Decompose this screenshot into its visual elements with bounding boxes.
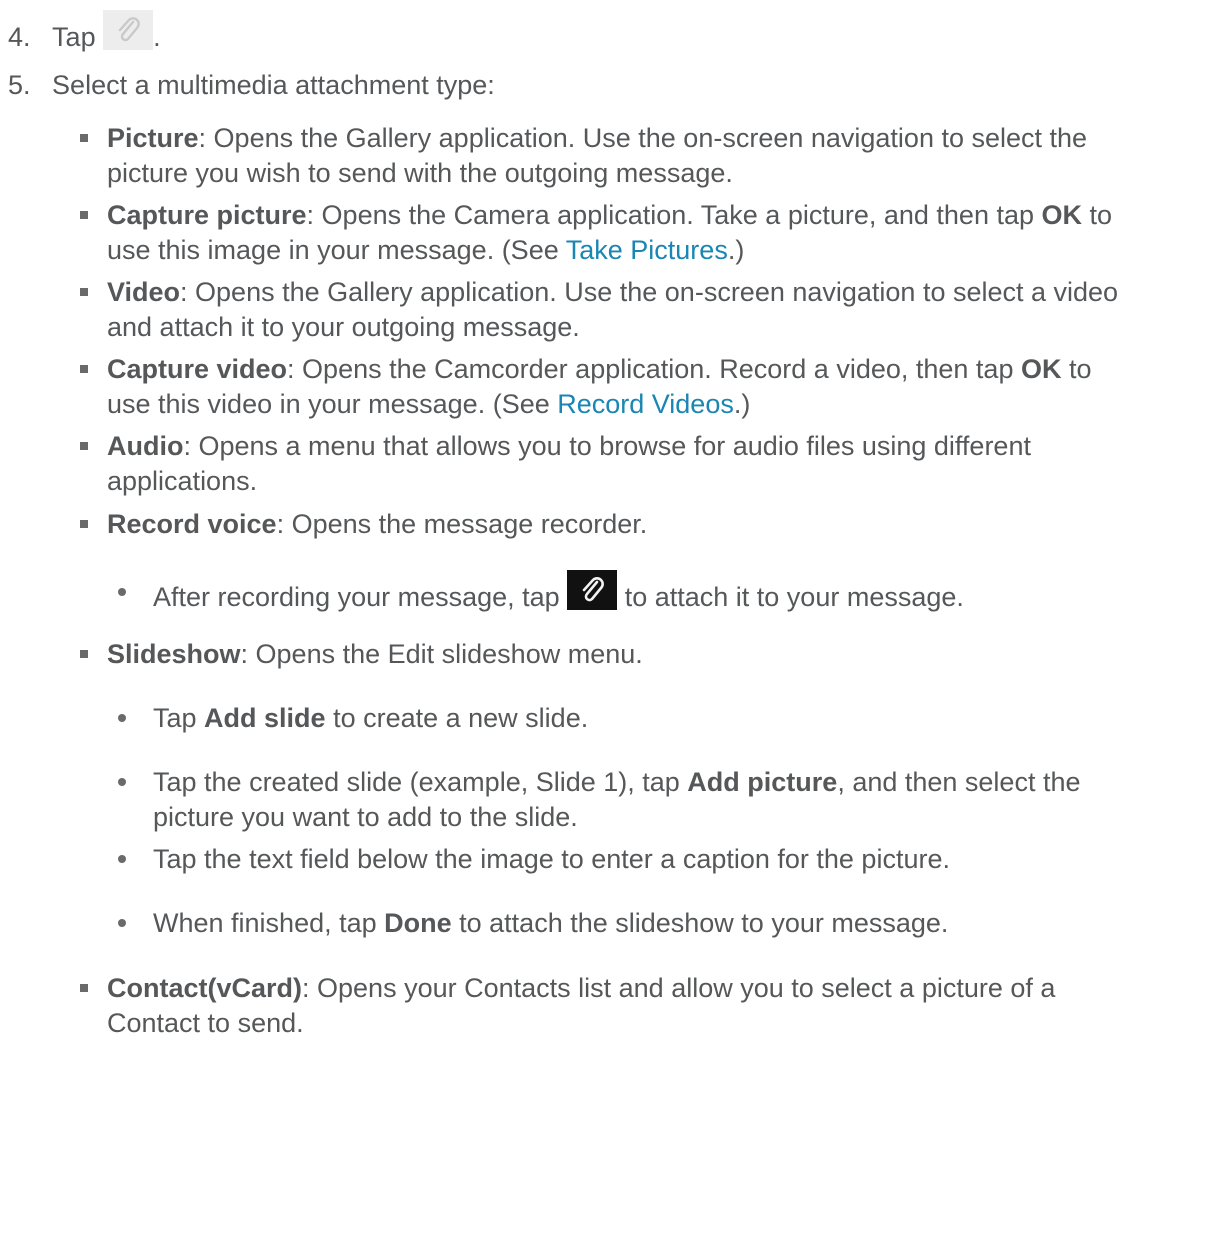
bullet-square (80, 520, 88, 528)
term: Capture picture (107, 200, 307, 230)
step-number: 4. (8, 22, 31, 52)
take-pictures-link[interactable]: Take Pictures (566, 235, 728, 265)
step-text: Tap (52, 22, 96, 52)
description: to attach it to your message. (617, 582, 964, 612)
term: Capture video (107, 354, 288, 384)
add-slide-label: Add slide (204, 703, 326, 733)
sub-item-caption: Tap the text field below the image to en… (153, 841, 950, 877)
description: , and then select the (837, 767, 1081, 797)
description: .) (727, 235, 745, 265)
term: Audio (107, 431, 184, 461)
description: picture you wish to send with the outgoi… (107, 158, 733, 188)
document-page: 4. Tap . 5. Select a multimedia attachme… (0, 0, 1215, 1238)
description: to (1082, 200, 1113, 230)
description: : Opens the Edit slideshow menu. (240, 639, 643, 669)
list-item-capture-picture-cont: use this image in your message. (See Tak… (107, 232, 744, 268)
ok-label: OK (1041, 200, 1083, 230)
description: picture you want to add to the slide. (153, 802, 578, 832)
description: Tap (153, 703, 205, 733)
description: .) (733, 389, 751, 419)
list-item-record-voice: Record voice: Opens the message recorder… (107, 506, 647, 542)
list-item-video: Video: Opens the Gallery application. Us… (107, 274, 1118, 310)
step-4: 4. Tap . (8, 10, 161, 55)
step-text-end: . (153, 22, 161, 52)
description: use this image in your message. (See (107, 235, 566, 265)
description: to (1061, 354, 1092, 384)
step-text: Select a multimedia attachment type: (52, 70, 495, 100)
list-item-picture: Picture: Opens the Gallery application. … (107, 120, 1087, 156)
bullet-square (80, 365, 88, 373)
paperclip-icon (567, 570, 618, 610)
list-item-capture-video: Capture video: Opens the Camcorder appli… (107, 351, 1092, 387)
term: Slideshow (107, 639, 241, 669)
bullet-square (80, 650, 88, 658)
bullet-square (80, 984, 88, 992)
ok-label: OK (1020, 354, 1062, 384)
bullet-square (80, 134, 88, 142)
term: Video (107, 277, 181, 307)
description: : Opens a menu that allows you to browse… (183, 431, 1031, 461)
description: to attach the slideshow to your message. (451, 908, 949, 938)
list-item-audio-cont: applications. (107, 463, 257, 499)
term: Contact(vCard) (107, 973, 303, 1003)
sub-item-record-voice: After recording your message, tap to att… (153, 570, 964, 615)
step-5: 5. Select a multimedia attachment type: (8, 67, 495, 103)
description: use this video in your message. (See (107, 389, 558, 419)
bullet-square (80, 211, 88, 219)
bullet-dot (118, 919, 126, 927)
paperclip-icon (103, 10, 154, 50)
list-item-capture-picture: Capture picture: Opens the Camera applic… (107, 197, 1112, 233)
description: : Opens the Camcorder application. Recor… (287, 354, 1021, 384)
description: and attach it to your outgoing message. (107, 312, 580, 342)
list-item-contact-cont: Contact to send. (107, 1005, 304, 1041)
bullet-dot (118, 714, 126, 722)
description: Tap the text field below the image to en… (153, 844, 950, 874)
sub-item-done: When finished, tap Done to attach the sl… (153, 905, 948, 941)
bullet-dot (118, 855, 126, 863)
sub-item-add-picture: Tap the created slide (example, Slide 1)… (153, 764, 1080, 800)
list-item-slideshow: Slideshow: Opens the Edit slideshow menu… (107, 636, 643, 672)
description: After recording your message, tap (153, 582, 568, 612)
description: : Opens the Gallery application. Use the… (180, 277, 1119, 307)
list-item-picture-cont: picture you wish to send with the outgoi… (107, 155, 733, 191)
term: Picture (107, 123, 199, 153)
record-videos-link[interactable]: Record Videos (557, 389, 734, 419)
step-number: 5. (8, 70, 31, 100)
description: Tap the created slide (example, Slide 1)… (153, 767, 688, 797)
description: : Opens your Contacts list and allow you… (302, 973, 1056, 1003)
bullet-square (80, 288, 88, 296)
list-item-audio: Audio: Opens a menu that allows you to b… (107, 428, 1031, 464)
bullet-dot (118, 588, 126, 596)
term: Record voice (107, 509, 277, 539)
description: : Opens the message recorder. (276, 509, 648, 539)
sub-item-add-picture-cont: picture you want to add to the slide. (153, 799, 578, 835)
description: When finished, tap (153, 908, 385, 938)
description: : Opens the Camera application. Take a p… (306, 200, 1042, 230)
done-label: Done (384, 908, 452, 938)
list-item-capture-video-cont: use this video in your message. (See Rec… (107, 386, 750, 422)
bullet-square (80, 442, 88, 450)
list-item-contact: Contact(vCard): Opens your Contacts list… (107, 970, 1055, 1006)
description: applications. (107, 466, 258, 496)
description: : Opens the Gallery application. Use the… (198, 123, 1088, 153)
list-item-video-cont: and attach it to your outgoing message. (107, 309, 580, 345)
bullet-dot (118, 778, 126, 786)
sub-item-add-slide: Tap Add slide to create a new slide. (153, 700, 588, 736)
description: to create a new slide. (325, 703, 589, 733)
add-picture-label: Add picture (687, 767, 838, 797)
description: Contact to send. (107, 1008, 304, 1038)
